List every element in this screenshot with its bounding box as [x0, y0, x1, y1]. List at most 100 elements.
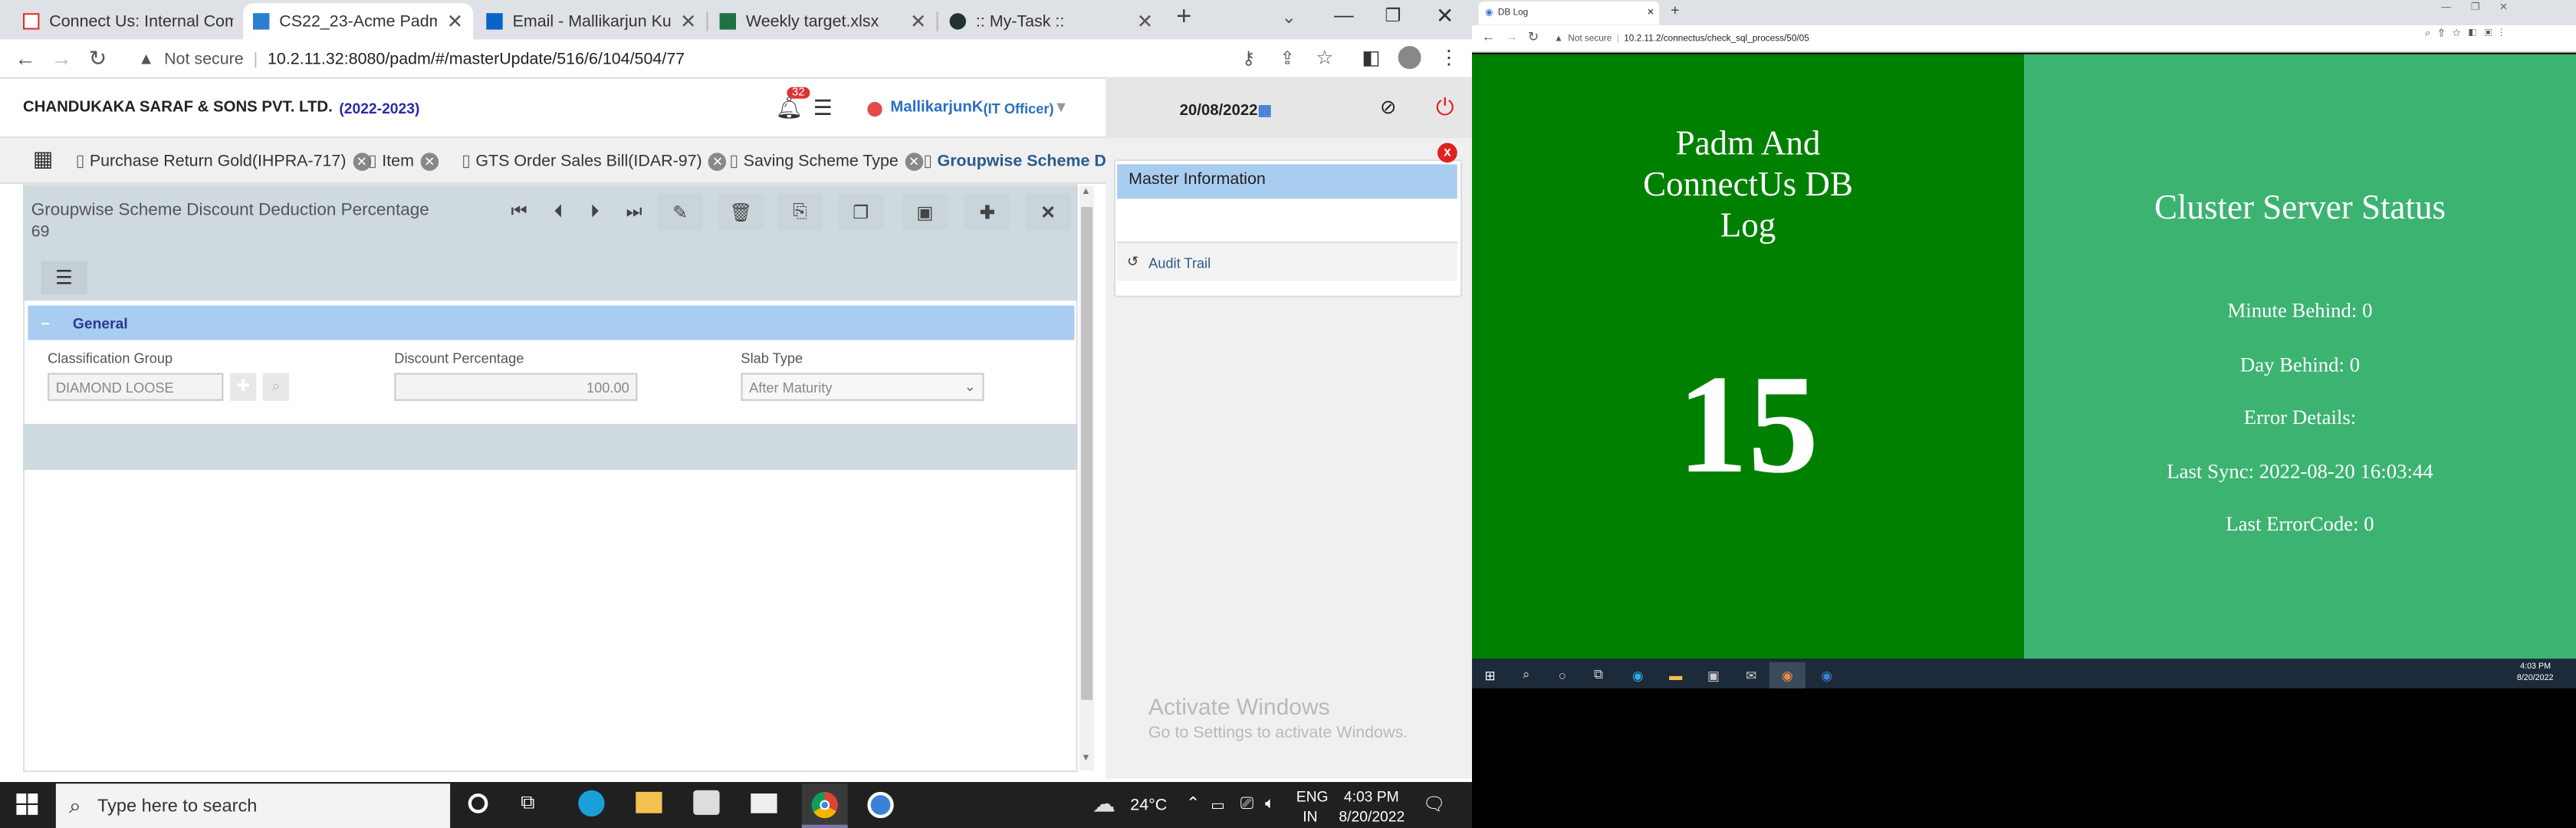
edge-icon[interactable]: ◉ — [1622, 662, 1654, 688]
task-view-icon[interactable]: ⧉ — [521, 790, 534, 815]
app-tab-saving-scheme[interactable]: ▯ Saving Scheme Type ✕ — [729, 138, 923, 182]
store-icon[interactable] — [693, 790, 720, 815]
browser-tab-mytask[interactable]: :: My-Task :: ✕ — [940, 3, 1163, 39]
power-icon[interactable]: ⏻ — [1436, 94, 1454, 121]
close-tab-icon[interactable]: ✕ — [708, 152, 727, 170]
key-icon[interactable]: ⚷ — [1242, 48, 1255, 69]
close-tab-icon[interactable]: ✕ — [420, 152, 439, 170]
scroll-up-icon[interactable]: ▲ — [1081, 187, 1091, 197]
section-header-general[interactable]: − General — [28, 305, 1075, 340]
add-classification-icon[interactable]: ✚ — [230, 373, 257, 401]
user-menu[interactable]: MallikarjunK (IT Officer) ▾ — [890, 99, 1065, 117]
close-tab-icon[interactable]: ✕ — [910, 10, 927, 33]
new-tab-button[interactable]: + — [1176, 3, 1191, 33]
close-tab-icon[interactable]: ✕ — [447, 10, 464, 33]
browser-app-icon[interactable]: ◉ — [1810, 662, 1843, 688]
menu-dots-icon[interactable]: ⋮ — [1439, 46, 1459, 69]
list-view-button[interactable]: ☰ — [41, 261, 87, 294]
profile-avatar[interactable] — [1398, 46, 1421, 69]
search-icon[interactable]: ⌕ — [1510, 662, 1543, 688]
store-icon[interactable]: ▣ — [1697, 662, 1730, 688]
clock-time[interactable]: 4:03 PM — [2520, 662, 2551, 672]
close-panel-button[interactable]: x — [1438, 143, 1457, 163]
clock-time[interactable]: 4:03 PM — [1344, 789, 1399, 805]
grid-menu-icon[interactable]: ▦ — [33, 146, 53, 172]
restore-icon[interactable]: ❐ — [1385, 5, 1401, 27]
mail-icon[interactable] — [751, 794, 777, 813]
file-explorer-icon[interactable] — [636, 791, 662, 813]
browser-tab-dblog[interactable]: ◉ DB Log ✕ — [1478, 2, 1660, 25]
search-classification-icon[interactable]: ⌕ — [262, 373, 290, 401]
classification-group-input[interactable]: DIAMOND LOOSE — [48, 373, 224, 401]
toolbar-icons[interactable]: ⌕⇪☆◧▣⋮ — [2425, 30, 2511, 41]
close-tab-icon[interactable]: ✕ — [1137, 10, 1154, 33]
cancel-icon[interactable]: ✕ — [1025, 193, 1072, 230]
app-tab-item[interactable]: ▯ Item ✕ — [368, 138, 439, 182]
tray-chevron-icon[interactable]: ⌃ — [1186, 795, 1200, 813]
file-explorer-icon[interactable]: ▬ — [1659, 662, 1692, 688]
eye-off-icon[interactable]: ⊘ — [1380, 95, 1397, 118]
menu-list-icon[interactable]: ☰ — [813, 95, 833, 121]
browser-tab-excel[interactable]: Weekly target.xlsx ✕ — [710, 3, 937, 39]
reload-icon[interactable]: ↻ — [1528, 30, 1539, 44]
weather-cloud-icon[interactable]: ☁ — [1092, 790, 1116, 818]
discount-percentage-input[interactable]: 100.00 — [394, 373, 638, 401]
close-tab-icon[interactable]: ✕ — [680, 10, 697, 33]
browser-tab-gmail[interactable]: Connect Us: Internal Com — [13, 3, 243, 39]
scrollbar-thumb[interactable] — [1081, 207, 1092, 700]
cortana-icon[interactable] — [468, 794, 488, 813]
scroll-down-icon[interactable]: ▼ — [1081, 754, 1091, 764]
tab-search-icon[interactable]: ⌄ — [1281, 7, 1296, 28]
close-tab-icon[interactable]: ✕ — [905, 152, 923, 170]
volume-icon[interactable]: 🔈︎ — [1265, 795, 1275, 813]
cortana-icon[interactable]: ○ — [1546, 662, 1579, 688]
window-controls[interactable]: —❐✕ — [2441, 2, 2527, 13]
clock-date[interactable]: 8/20/2022 — [2517, 674, 2554, 684]
back-icon[interactable]: ← — [15, 46, 36, 71]
paste-icon[interactable]: ▣ — [902, 193, 948, 230]
back-icon[interactable]: ← — [1482, 30, 1495, 44]
weather-temp[interactable]: 24°C — [1130, 797, 1167, 815]
app-tab-gts-order[interactable]: ▯ GTS Order Sales Bill(IDAR-97) ✕ — [462, 138, 727, 182]
notifications-icon[interactable]: 🗨︎ — [1423, 794, 1446, 815]
reload-icon[interactable]: ↻ — [89, 46, 107, 72]
address-bar[interactable]: ▲ Not secure | 10.2.11.32:8080/padm/#/ma… — [125, 43, 1354, 76]
bookmark-star-icon[interactable]: ☆ — [1316, 46, 1333, 69]
date-display[interactable]: 20/08/2022 ▦ — [1180, 102, 1272, 120]
app-tab-groupwise-scheme[interactable]: ▯ Groupwise Scheme Di — [923, 138, 1106, 182]
browser-tab-email[interactable]: Email - Mallikarjun Kumb ✕ — [476, 3, 706, 39]
delete-icon[interactable]: 🗑︎ — [718, 193, 764, 230]
forward-icon[interactable]: → — [51, 46, 72, 71]
new-document-icon[interactable]: ⎘ — [777, 193, 823, 230]
chrome-icon[interactable]: ◉ — [1769, 662, 1806, 688]
language-bottom[interactable]: IN — [1303, 808, 1317, 824]
address-bar[interactable]: ▲ Not secure | 10.2.11.2/connectus/check… — [1549, 30, 2404, 50]
taskbar-search-box[interactable]: ⌕ Type here to search — [55, 784, 451, 828]
audit-trail-link[interactable]: ↺ Audit Trail — [1117, 242, 1457, 281]
language-top[interactable]: ENG — [1296, 789, 1329, 805]
close-window-icon[interactable]: ✕ — [1436, 3, 1454, 29]
minimize-icon[interactable]: — — [1334, 3, 1354, 26]
browser-app-icon[interactable] — [867, 791, 894, 819]
add-icon[interactable]: ✚ — [964, 193, 1010, 230]
browser-tab-erp[interactable]: CS22_23-Acme Padm ERP ✕ — [243, 3, 474, 40]
clock-date[interactable]: 8/20/2022 — [1339, 808, 1405, 824]
slab-type-select[interactable]: After Maturity ⌄ — [741, 373, 984, 401]
app-tab-purchase-return[interactable]: ▯ Purchase Return Gold(IHPRA-717) ✕ — [76, 138, 371, 182]
bell-icon[interactable]: 🔔︎ — [775, 95, 802, 121]
windows-start-icon[interactable]: ⊞ — [1474, 662, 1506, 688]
mail-icon[interactable]: ✉ — [1735, 662, 1768, 688]
last-record-icon[interactable]: ⏭ — [611, 194, 657, 230]
windows-start-icon[interactable] — [16, 794, 39, 816]
new-tab-button[interactable]: + — [1671, 2, 1679, 18]
battery-icon[interactable]: ▭ — [1211, 797, 1224, 815]
side-panel-icon[interactable]: ◧ — [1362, 46, 1380, 69]
edit-icon[interactable]: ✎ — [657, 193, 704, 230]
edge-icon[interactable] — [578, 790, 605, 816]
forward-icon[interactable]: → — [1505, 30, 1518, 44]
share-icon[interactable]: ⇪ — [1280, 48, 1295, 69]
close-tab-icon[interactable]: ✕ — [1647, 8, 1654, 18]
network-icon[interactable]: ⎚ — [1240, 795, 1254, 813]
copy-icon[interactable]: ❐ — [837, 193, 884, 230]
task-view-icon[interactable]: ⧉ — [1582, 662, 1615, 688]
